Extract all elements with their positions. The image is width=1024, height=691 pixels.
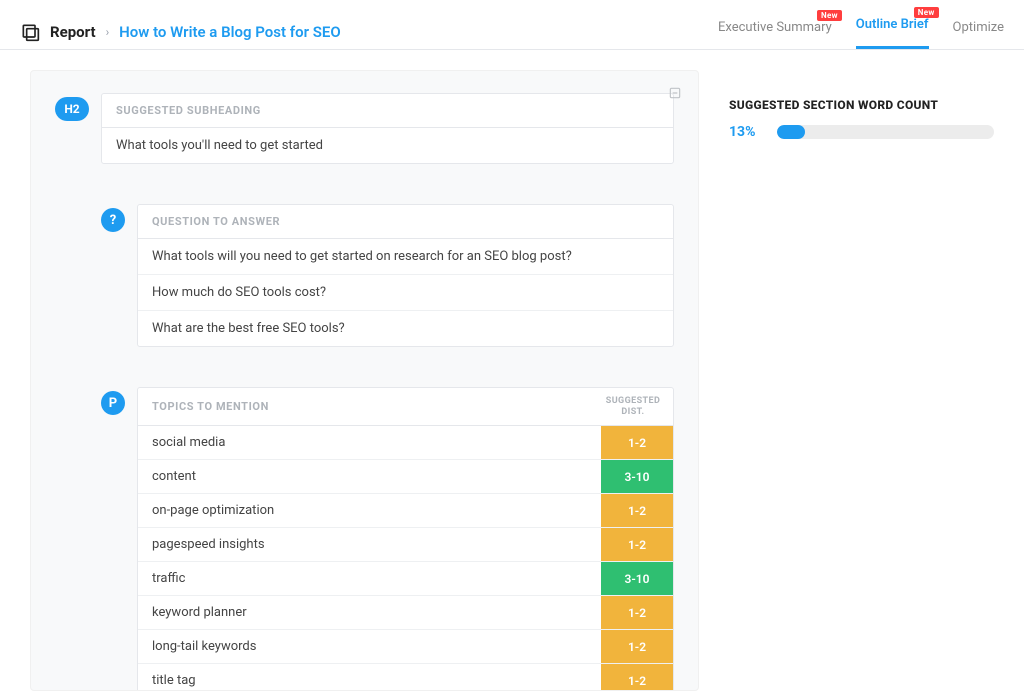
subheading-panel: SUGGESTED SUBHEADING What tools you'll n… [101, 93, 674, 164]
subheading-value[interactable]: What tools you'll need to get started [102, 128, 673, 163]
topic-dist-badge: 1-2 [601, 664, 673, 691]
topics-label: TOPICS TO MENTION [138, 388, 283, 425]
new-badge: New [817, 10, 842, 21]
topic-dist-badge: 1-2 [601, 426, 673, 459]
sidebar-title: SUGGESTED SECTION WORD COUNT [729, 98, 994, 112]
topic-dist-badge: 1-2 [601, 596, 673, 629]
topic-dist-badge: 1-2 [601, 494, 673, 527]
questions-row: ? QUESTION TO ANSWER What tools will you… [101, 204, 674, 347]
nav-outline-brief[interactable]: Outline Brief New [856, 17, 929, 49]
topic-dist-badge: 1-2 [601, 630, 673, 663]
topic-row[interactable]: social media1-2 [138, 426, 673, 460]
header-nav: Executive Summary New Outline Brief New … [718, 14, 1004, 49]
h2-chip: H2 [55, 97, 89, 121]
chevron-right-icon: › [106, 25, 110, 39]
topic-row[interactable]: content3-10 [138, 460, 673, 494]
topic-dist-badge: 3-10 [601, 460, 673, 493]
topic-row[interactable]: long-tail keywords1-2 [138, 630, 673, 664]
card-menu-icon[interactable] [668, 85, 682, 104]
main-content: H2 SUGGESTED SUBHEADING What tools you'l… [0, 50, 1024, 691]
topic-dist-badge: 3-10 [601, 562, 673, 595]
topic-name: long-tail keywords [138, 630, 601, 663]
new-badge: New [914, 7, 939, 18]
question-item[interactable]: What tools will you need to get started … [138, 239, 673, 275]
topic-row[interactable]: traffic3-10 [138, 562, 673, 596]
nav-label: Outline Brief [856, 17, 929, 32]
dist-label-line1: SUGGESTED [606, 396, 660, 406]
subheading-label: SUGGESTED SUBHEADING [102, 94, 673, 128]
nav-optimize[interactable]: Optimize [953, 20, 1004, 49]
subheading-row: H2 SUGGESTED SUBHEADING What tools you'l… [55, 93, 674, 164]
topics-row: P TOPICS TO MENTION SUGGESTED DIST. soci… [101, 387, 674, 691]
breadcrumb-title[interactable]: How to Write a Blog Post for SEO [119, 23, 340, 41]
nav-executive-summary[interactable]: Executive Summary New [718, 20, 832, 49]
topic-name: social media [138, 426, 601, 459]
progress-fill [777, 125, 805, 139]
outline-card: H2 SUGGESTED SUBHEADING What tools you'l… [30, 70, 699, 691]
word-count-progress: 13% [729, 124, 994, 140]
question-item[interactable]: What are the best free SEO tools? [138, 311, 673, 346]
breadcrumb: Report › How to Write a Blog Post for SE… [20, 22, 341, 42]
app-header: Report › How to Write a Blog Post for SE… [0, 0, 1024, 50]
topic-name: traffic [138, 562, 601, 595]
topic-row[interactable]: on-page optimization1-2 [138, 494, 673, 528]
nav-label: Executive Summary [718, 20, 832, 35]
nav-label: Optimize [953, 20, 1004, 35]
topics-header: TOPICS TO MENTION SUGGESTED DIST. [138, 388, 673, 426]
logo-icon [20, 22, 40, 42]
topic-row[interactable]: title tag1-2 [138, 664, 673, 691]
sidebar: SUGGESTED SECTION WORD COUNT 13% [729, 70, 994, 691]
topic-row[interactable]: keyword planner1-2 [138, 596, 673, 630]
topic-dist-badge: 1-2 [601, 528, 673, 561]
topic-name: pagespeed insights [138, 528, 601, 561]
questions-panel: QUESTION TO ANSWER What tools will you n… [137, 204, 674, 347]
questions-label: QUESTION TO ANSWER [138, 205, 673, 239]
dist-label-line2: DIST. [621, 407, 644, 417]
topics-panel: TOPICS TO MENTION SUGGESTED DIST. social… [137, 387, 674, 691]
topic-name: keyword planner [138, 596, 601, 629]
topic-row[interactable]: pagespeed insights1-2 [138, 528, 673, 562]
progress-percent: 13% [729, 124, 767, 140]
topic-name: content [138, 460, 601, 493]
dist-label: SUGGESTED DIST. [593, 390, 673, 424]
progress-track [777, 125, 994, 139]
question-item[interactable]: How much do SEO tools cost? [138, 275, 673, 311]
topic-name: on-page optimization [138, 494, 601, 527]
breadcrumb-root[interactable]: Report [50, 23, 96, 41]
topic-name: title tag [138, 664, 601, 691]
paragraph-chip: P [101, 391, 125, 415]
question-chip: ? [101, 208, 125, 232]
topics-body: social media1-2content3-10on-page optimi… [138, 426, 673, 691]
